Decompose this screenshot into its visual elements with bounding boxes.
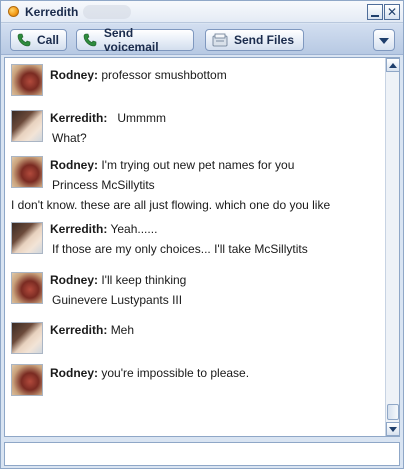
status-icon bbox=[8, 6, 19, 17]
avatar-kerredith bbox=[11, 322, 43, 354]
message-text: professor smushbottom bbox=[101, 68, 227, 82]
message-sender: Rodney: bbox=[50, 68, 98, 82]
message-sender: Kerredith: bbox=[50, 222, 108, 236]
message-text: I don't know. these are all just flowing… bbox=[11, 198, 331, 212]
message-input-container bbox=[4, 442, 400, 466]
message-line: Rodney: I'm trying out new pet names for… bbox=[50, 158, 294, 172]
close-button[interactable]: ✕ bbox=[384, 4, 400, 20]
message-sender: Rodney: bbox=[50, 273, 98, 287]
redacted-status-text bbox=[83, 5, 131, 19]
arrow-up-icon bbox=[389, 62, 397, 68]
send-files-label: Send Files bbox=[234, 33, 295, 47]
message-text: I'll keep thinking bbox=[101, 273, 187, 287]
close-icon: ✕ bbox=[386, 5, 398, 19]
message-sender: Rodney: bbox=[50, 366, 98, 380]
file-transfer-icon bbox=[212, 32, 228, 48]
avatar-rodney bbox=[11, 272, 43, 304]
message-sender: Kerredith: bbox=[50, 111, 108, 125]
scroll-up-button[interactable] bbox=[386, 58, 399, 72]
toolbar: Call Send voicemail Send Files bbox=[1, 24, 403, 55]
avatar-rodney bbox=[11, 64, 43, 96]
call-label: Call bbox=[37, 33, 60, 47]
phone-icon bbox=[83, 32, 98, 48]
message-text: Yeah...... bbox=[110, 222, 158, 236]
message-text: Ummmm bbox=[117, 111, 167, 125]
call-button[interactable]: Call bbox=[10, 29, 67, 51]
message-text: What? bbox=[52, 131, 87, 145]
send-voicemail-button[interactable]: Send voicemail bbox=[76, 26, 194, 54]
phone-icon bbox=[17, 32, 31, 48]
arrow-down-icon bbox=[389, 426, 397, 432]
message-line: Rodney: I'll keep thinking bbox=[50, 273, 186, 287]
message-text: Meh bbox=[110, 323, 135, 337]
message-text: Princess McSillytits bbox=[52, 178, 155, 192]
message-text: I'm trying out new pet names for you bbox=[101, 158, 295, 172]
message-text: Guinevere Lustypants III bbox=[52, 293, 183, 307]
chat-history[interactable]: Rodney: professor smushbottom Kerredith:… bbox=[4, 57, 400, 437]
message-text: you're impossible to please. bbox=[101, 366, 250, 380]
scroll-thumb[interactable] bbox=[387, 404, 399, 420]
message-line: Kerredith: Yeah...... bbox=[50, 222, 157, 236]
more-options-button[interactable] bbox=[373, 29, 395, 51]
message-line: Kerredith: Meh bbox=[50, 323, 134, 337]
avatar-rodney bbox=[11, 156, 43, 188]
message-line: Rodney: professor smushbottom bbox=[50, 68, 227, 82]
message-line: Kerredith: Ummmm bbox=[50, 111, 166, 125]
message-list: Rodney: professor smushbottom Kerredith:… bbox=[5, 58, 385, 436]
minimize-icon bbox=[371, 14, 379, 17]
minimize-button[interactable] bbox=[367, 4, 383, 20]
message-text: If those are my only choices... I'll tak… bbox=[52, 242, 308, 256]
message-sender: Rodney: bbox=[50, 158, 98, 172]
title-bar[interactable]: Kerredith ✕ bbox=[1, 1, 403, 23]
send-files-button[interactable]: Send Files bbox=[205, 29, 304, 51]
chevron-down-icon bbox=[379, 38, 389, 44]
avatar-kerredith bbox=[11, 222, 43, 254]
message-line: Rodney: you're impossible to please. bbox=[50, 366, 249, 380]
avatar-rodney bbox=[11, 364, 43, 396]
scroll-down-button[interactable] bbox=[386, 422, 399, 436]
chat-window: Kerredith ✕ Call Send voicemail Send Fil… bbox=[0, 0, 404, 469]
message-sender: Kerredith: bbox=[50, 323, 108, 337]
message-input[interactable] bbox=[5, 443, 399, 465]
chat-scrollbar[interactable] bbox=[385, 58, 399, 436]
window-title: Kerredith bbox=[25, 5, 79, 19]
send-voicemail-label: Send voicemail bbox=[103, 26, 159, 54]
avatar-kerredith bbox=[11, 110, 43, 142]
